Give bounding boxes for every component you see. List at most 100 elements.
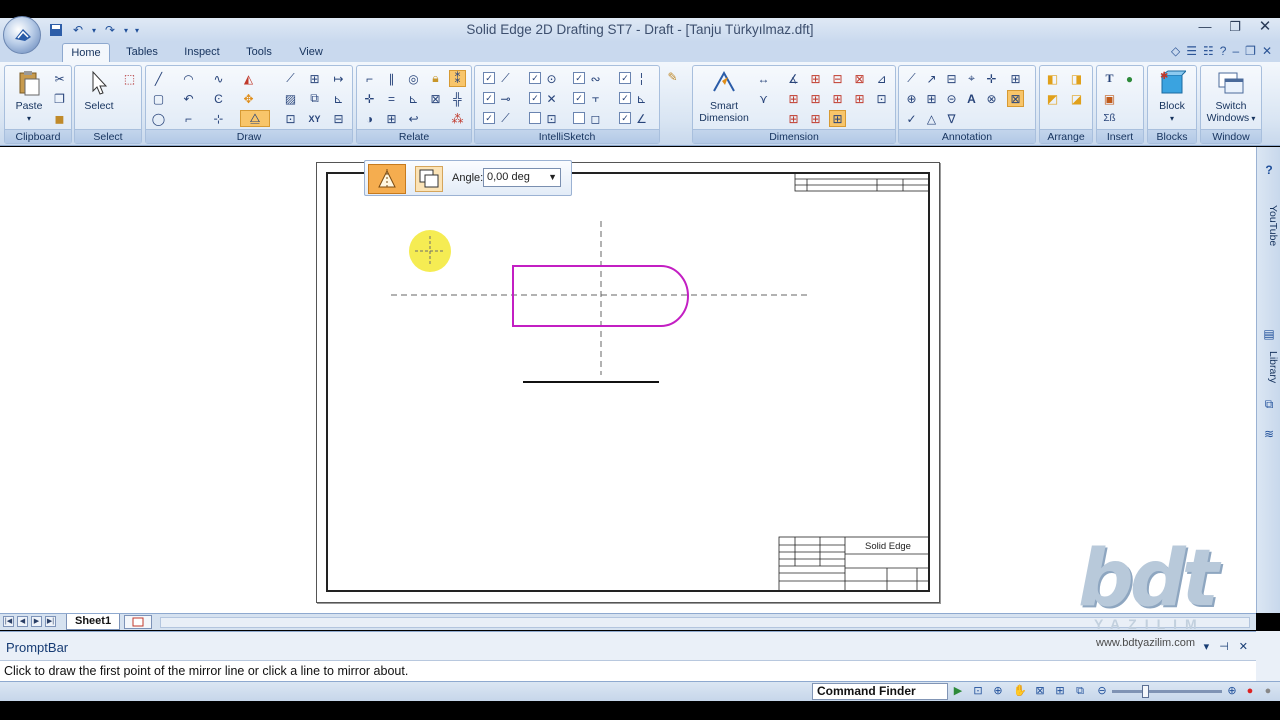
- group-icon[interactable]: ◩: [1044, 90, 1061, 107]
- angle-select[interactable]: 0,00 deg ▼: [483, 168, 561, 187]
- youtube-tab[interactable]: YouTube: [1259, 191, 1279, 261]
- rectangle-icon[interactable]: ▢: [150, 90, 167, 107]
- intellisketch-check-8[interactable]: ✓: [619, 92, 631, 104]
- copy-toggle-button[interactable]: [415, 166, 443, 192]
- drawing-sheet[interactable]: Solid Edge: [316, 162, 940, 603]
- extend-icon[interactable]: ⊾: [330, 90, 347, 107]
- copy-icon[interactable]: ❐: [51, 90, 68, 107]
- zoom-area-icon[interactable]: ⊡: [970, 684, 986, 699]
- weld-symbol-icon[interactable]: ⊕: [903, 90, 920, 107]
- help-icon[interactable]: ?: [1220, 44, 1227, 58]
- horizontal-vertical-icon[interactable]: ✛: [361, 90, 378, 107]
- library-tab[interactable]: Library: [1259, 343, 1279, 391]
- previous-view-icon[interactable]: ⊞: [1052, 684, 1068, 699]
- window-view-icon[interactable]: ⧉: [1072, 684, 1088, 699]
- balloon-icon[interactable]: ⊟: [943, 70, 960, 87]
- chamfer-icon[interactable]: ∇: [943, 110, 960, 127]
- intellisketch-check-9[interactable]: ✓: [483, 112, 495, 124]
- angular-coordinate-icon[interactable]: ⊞: [807, 90, 824, 107]
- intellisketch-check-10[interactable]: [529, 112, 541, 124]
- equal-icon[interactable]: =: [383, 90, 400, 107]
- line-icon[interactable]: ╱: [150, 70, 167, 87]
- chamfer-dimension-icon[interactable]: ⊠: [851, 70, 868, 87]
- tab-tables[interactable]: Tables: [118, 43, 166, 62]
- curve-icon[interactable]: ∿: [210, 70, 227, 87]
- zoom-out-icon[interactable]: ⊖: [1094, 684, 1110, 699]
- chain-dimension-icon[interactable]: ⊞: [785, 110, 802, 127]
- prev-sheet-button[interactable]: ◀: [17, 616, 28, 627]
- endpoint-icon[interactable]: ⟋: [497, 70, 514, 87]
- connect-icon[interactable]: ⌐: [361, 70, 378, 87]
- hatch-icon[interactable]: ▨: [282, 90, 299, 107]
- feature-control-icon[interactable]: ⊞: [1007, 70, 1024, 87]
- callout-icon[interactable]: ⟋: [903, 70, 920, 87]
- center-mark-icon[interactable]: ⊗: [983, 90, 1000, 107]
- include-icon[interactable]: Ͼ: [210, 90, 227, 107]
- intellisketch-check-3[interactable]: ✓: [573, 72, 585, 84]
- angle-between-icon[interactable]: ⋎: [755, 90, 772, 107]
- distance-between-icon[interactable]: ↔: [755, 70, 772, 87]
- scale-icon[interactable]: ⧉: [306, 90, 323, 107]
- mirror-options-button[interactable]: [368, 164, 406, 194]
- stop-icon[interactable]: ●: [1260, 684, 1276, 699]
- intellisketch-check-12[interactable]: ✓: [619, 112, 631, 124]
- mirror-icon[interactable]: ⧋: [240, 110, 270, 127]
- tangent-icon[interactable]: ◑: [361, 110, 378, 127]
- symmetric-icon[interactable]: ╬: [449, 90, 466, 107]
- properties-icon[interactable]: ≋: [1260, 425, 1278, 443]
- send-back-icon[interactable]: ◨: [1068, 70, 1085, 87]
- tab-home[interactable]: Home: [62, 43, 110, 62]
- intellisketch-check-4[interactable]: ✓: [619, 72, 631, 84]
- rigid-icon[interactable]: ⁑: [449, 70, 466, 87]
- maximize-button[interactable]: ❐: [1220, 18, 1250, 38]
- angle-snap-icon[interactable]: ∠: [633, 110, 650, 127]
- zoom-slider-thumb[interactable]: [1142, 685, 1149, 698]
- smart-dimension-button[interactable]: Smart Dimension: [695, 69, 753, 125]
- relate-assistant-icon[interactable]: ⁂: [449, 110, 466, 127]
- text-insert-icon[interactable]: T: [1101, 70, 1118, 87]
- cut-icon[interactable]: ✂: [51, 70, 68, 87]
- datum-icon[interactable]: ✛: [983, 70, 1000, 87]
- silhouette-icon[interactable]: ⊡: [543, 110, 560, 127]
- collinear-icon[interactable]: ⊠: [427, 90, 444, 107]
- leader-icon[interactable]: ↗: [923, 70, 940, 87]
- record-icon[interactable]: ●: [1242, 684, 1258, 699]
- intellisketch-options-icon[interactable]: ✎: [664, 68, 681, 85]
- block-button[interactable]: ✱ Block ▾: [1150, 69, 1194, 125]
- fit-icon[interactable]: ⊠: [1032, 684, 1048, 699]
- symmetric-diameter-icon[interactable]: ⊟: [829, 70, 846, 87]
- ribbon-restore-icon[interactable]: ❐: [1245, 44, 1256, 58]
- zoom-in-icon[interactable]: ⊕: [1224, 684, 1240, 699]
- ribbon-close-icon[interactable]: ✕: [1262, 44, 1272, 58]
- offset-icon[interactable]: ⊞: [306, 70, 323, 87]
- background-sheet-tab[interactable]: [124, 615, 152, 629]
- quadrant-icon[interactable]: ◻: [587, 110, 604, 127]
- switch-windows-button[interactable]: Switch Windows ▾: [1203, 69, 1259, 125]
- lock-icon[interactable]: 🔒︎: [427, 70, 444, 87]
- annotation-style-icon[interactable]: ⊠: [1007, 90, 1024, 107]
- application-button[interactable]: [3, 16, 41, 54]
- intellisketch-check-2[interactable]: ✓: [529, 72, 541, 84]
- format-painter-icon[interactable]: ◼: [51, 110, 68, 127]
- options-icon[interactable]: ◇: [1171, 44, 1180, 58]
- move-icon[interactable]: ↦: [330, 70, 347, 87]
- help-circle-icon[interactable]: ?: [1260, 161, 1278, 179]
- dimension-style-icon[interactable]: ⊿: [873, 70, 890, 87]
- rotate-icon[interactable]: ✥: [240, 90, 257, 107]
- parallel-icon[interactable]: ∥: [383, 70, 400, 87]
- text-annotation-icon[interactable]: A: [963, 90, 980, 107]
- angle-dimension-icon[interactable]: ∡: [785, 70, 802, 87]
- midpoint-icon[interactable]: ⊸: [497, 90, 514, 107]
- tab-inspect[interactable]: Inspect: [176, 43, 228, 62]
- ordinate-icon[interactable]: ⊞: [785, 90, 802, 107]
- layout-icon[interactable]: ☷: [1203, 44, 1214, 58]
- edge-condition-icon[interactable]: ⊞: [923, 90, 940, 107]
- select-tool-icon[interactable]: ⬚: [121, 70, 138, 87]
- check-annotation-icon[interactable]: ✓: [903, 110, 920, 127]
- promptbar-dropdown-icon[interactable]: ▾: [1204, 640, 1210, 653]
- select-button[interactable]: Select: [77, 69, 121, 125]
- promptbar-pin-icon[interactable]: ⊣: [1219, 640, 1229, 653]
- zoom-icon[interactable]: ⊕: [990, 684, 1006, 699]
- stretch-icon[interactable]: ⊟: [330, 110, 347, 127]
- tab-tools[interactable]: Tools: [236, 43, 282, 62]
